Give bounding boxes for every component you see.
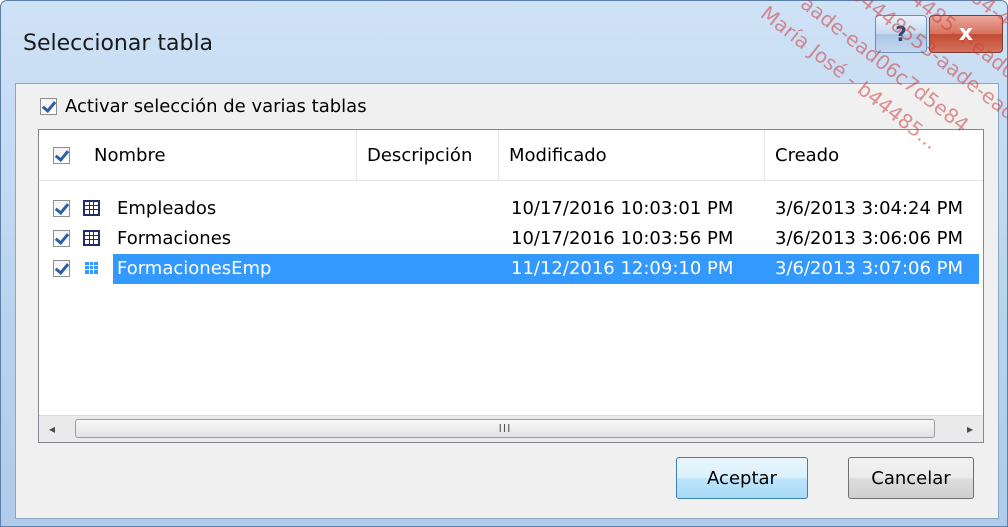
- column-header-creado[interactable]: Creado: [765, 130, 983, 180]
- column-header-nombre[interactable]: Nombre: [39, 130, 357, 180]
- column-label-nombre: Nombre: [94, 144, 166, 166]
- column-label-creado: Creado: [775, 144, 840, 166]
- row-name: Formaciones: [117, 227, 232, 249]
- dialog-window: Seleccionar tabla ? x Activar selección …: [0, 0, 1008, 527]
- list-header: Nombre Descripción Modificado Creado: [39, 130, 983, 181]
- dialog-title: Seleccionar tabla: [23, 31, 214, 56]
- row-created: 3/6/2013 3:06:06 PM: [775, 227, 964, 249]
- multi-select-option[interactable]: Activar selección de varias tablas: [40, 94, 367, 118]
- table-row-selected[interactable]: FormacionesEmp 11/12/2016 12:09:10 PM 3/…: [39, 254, 983, 284]
- row-created: 3/6/2013 3:04:24 PM: [775, 197, 964, 219]
- select-all-checkbox[interactable]: [53, 146, 70, 164]
- row-modified: 11/12/2016 12:09:10 PM: [511, 257, 734, 279]
- column-header-descripcion[interactable]: Descripción: [357, 130, 499, 180]
- help-button[interactable]: ?: [875, 15, 927, 53]
- accept-button[interactable]: Aceptar: [676, 457, 808, 499]
- row-modified: 10/17/2016 10:03:01 PM: [511, 197, 734, 219]
- close-button[interactable]: x: [929, 15, 1003, 53]
- table-list[interactable]: Nombre Descripción Modificado Creado Emp…: [38, 129, 984, 443]
- table-icon: [83, 260, 100, 276]
- table-icon: [83, 230, 100, 246]
- table-icon: [83, 200, 100, 216]
- column-header-modificado[interactable]: Modificado: [499, 130, 765, 180]
- multi-select-checkbox[interactable]: [40, 97, 57, 115]
- horizontal-scrollbar[interactable]: ◂ III ▸: [39, 415, 983, 442]
- title-bar[interactable]: Seleccionar tabla ? x: [1, 1, 1007, 85]
- scroll-left-icon[interactable]: ◂: [39, 416, 65, 442]
- row-name: Empleados: [117, 197, 217, 219]
- column-label-descripcion: Descripción: [367, 144, 473, 166]
- cancel-button[interactable]: Cancelar: [848, 457, 974, 499]
- multi-select-label: Activar selección de varias tablas: [65, 95, 367, 117]
- row-created: 3/6/2013 3:07:06 PM: [775, 257, 964, 279]
- scroll-thumb[interactable]: III: [75, 419, 935, 438]
- scroll-right-icon[interactable]: ▸: [957, 416, 983, 442]
- row-checkbox[interactable]: [53, 259, 70, 277]
- row-modified: 10/17/2016 10:03:56 PM: [511, 227, 734, 249]
- dialog-body: Activar selección de varias tablas Nombr…: [15, 83, 999, 519]
- scroll-grip-icon: III: [498, 422, 512, 435]
- row-name: FormacionesEmp: [117, 257, 272, 279]
- row-checkbox[interactable]: [53, 199, 70, 217]
- table-row[interactable]: Formaciones 10/17/2016 10:03:56 PM 3/6/2…: [39, 224, 983, 252]
- row-checkbox[interactable]: [53, 229, 70, 247]
- table-row[interactable]: Empleados 10/17/2016 10:03:01 PM 3/6/201…: [39, 194, 983, 222]
- column-label-modificado: Modificado: [509, 144, 607, 166]
